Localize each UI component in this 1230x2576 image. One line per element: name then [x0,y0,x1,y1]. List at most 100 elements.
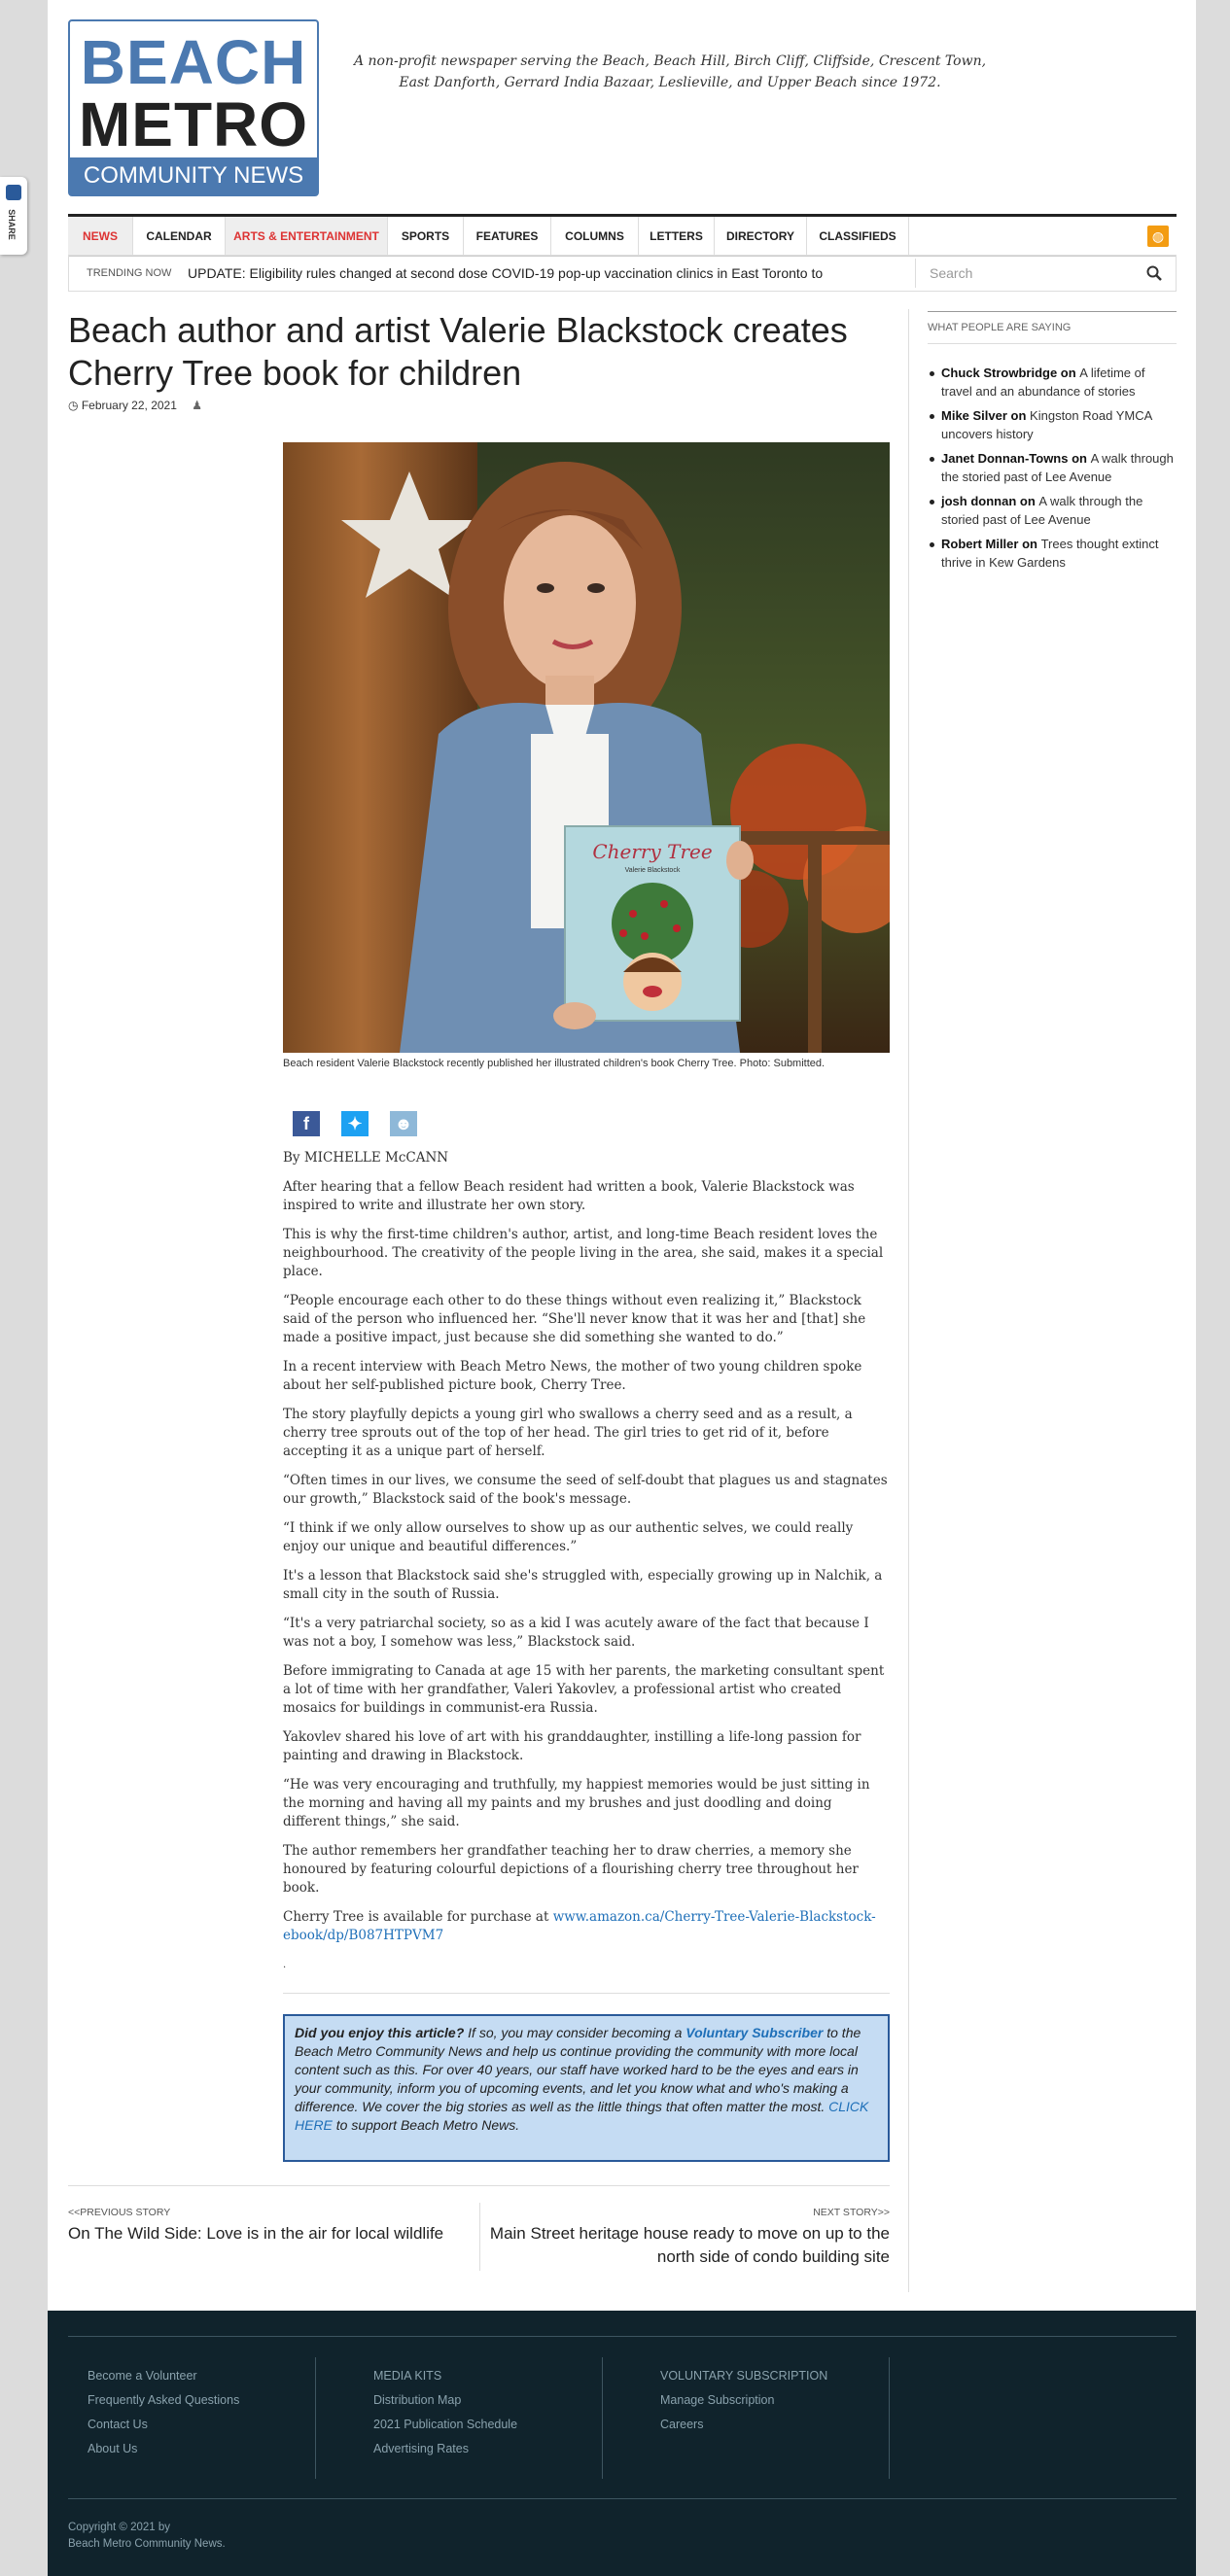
recent-comment: Janet Donnan-Towns on A walk through the… [928,449,1177,486]
photo-book-author: Valerie Blackstock [625,867,681,874]
previous-story-label: <<PREVIOUS STORY [68,2207,171,2218]
nav-item-news[interactable]: NEWS [68,217,133,256]
article-meta: ◷ February 22, 2021 ♟ [68,399,202,412]
donate-question: Did you enjoy this article? [295,2025,465,2040]
footer-link[interactable]: 2021 Publication Schedule [373,2413,517,2437]
nav-item-classifieds[interactable]: CLASSIFIEDS [807,217,909,256]
copyright: Copyright © 2021 by Beach Metro Communit… [68,2520,226,2553]
trailing-dot: . [283,1960,287,1970]
recent-comment: Chuck Strowbridge on A lifetime of trave… [928,364,1177,400]
story-divider [479,2203,480,2271]
comment-author[interactable]: Chuck Strowbridge [941,366,1057,380]
footer-separator [889,2357,890,2479]
footer-link[interactable]: MEDIA KITS [373,2364,517,2388]
next-story[interactable]: NEXT STORY>> Main Street heritage house … [485,2207,890,2269]
comment-on: on [1068,451,1091,466]
search-icon[interactable] [1145,264,1163,282]
site-footer: Become a Volunteer Frequently Asked Ques… [48,2311,1196,2576]
sidebar: WHAT PEOPLE ARE SAYING Chuck Strowbridge… [928,311,1177,572]
trending-bar: TRENDING NOW UPDATE: Eligibility rules c… [68,255,1177,292]
donate-box: Did you enjoy this article? If so, you m… [283,2014,890,2162]
article-paragraph: Yakovlev shared his love of art with his… [283,1729,861,1763]
search-input[interactable]: Search [930,259,972,288]
article-paragraph: The story playfully depicts a young girl… [283,1407,853,1459]
footer-divider [68,2336,1177,2337]
previous-story[interactable]: <<PREVIOUS STORY On The Wild Side: Love … [68,2207,476,2245]
donate-text-1: If so, you may consider becoming a [464,2025,686,2040]
article-paragraph: It's a lesson that Blackstock said she's… [283,1568,883,1602]
article-byline: By MICHELLE McCANN [283,1150,449,1166]
rss-icon[interactable]: ◍ [1147,226,1169,247]
footer-link[interactable]: Careers [660,2413,827,2437]
sidebar-heading: WHAT PEOPLE ARE SAYING [928,311,1177,344]
nav-item-sports[interactable]: SPORTS [388,217,464,256]
footer-link[interactable]: Distribution Map [373,2388,517,2413]
comment-author[interactable]: Mike Silver [941,408,1007,423]
article-photo: Cherry Tree Valerie Blackstock [283,442,890,1053]
comment-author[interactable]: Janet Donnan-Towns [941,451,1068,466]
footer-link[interactable]: Advertising Rates [373,2437,517,2461]
copyright-line-2: Beach Metro Community News. [68,2538,226,2550]
facebook-icon[interactable]: f [293,1111,320,1136]
nav-item-arts[interactable]: ARTS & ENTERTAINMENT [226,217,388,256]
author-icon: ♟ [192,399,202,412]
footer-link[interactable]: VOLUNTARY SUBSCRIPTION [660,2364,827,2388]
article-paragraph: In a recent interview with Beach Metro N… [283,1359,862,1393]
sidebar-divider [908,309,909,2292]
comment-on: on [1016,494,1039,508]
logo-line-3: COMMUNITY NEWS [70,157,317,194]
nav-item-calendar[interactable]: CALENDAR [133,217,226,256]
site-logo[interactable]: BEACH METRO COMMUNITY NEWS [68,19,319,196]
logo-line-2: METRO [78,89,309,159]
recent-comment: josh donnan on A walk through the storie… [928,492,1177,529]
next-story-title[interactable]: Main Street heritage house ready to move… [485,2222,890,2269]
article-paragraph: “Often times in our lives, we consume th… [283,1473,888,1507]
trending-headline[interactable]: UPDATE: Eligibility rules changed at sec… [188,256,823,291]
footer-col-3: VOLUNTARY SUBSCRIPTION Manage Subscripti… [660,2364,827,2437]
footer-link[interactable]: Contact Us [88,2413,239,2437]
copyright-line-1: Copyright © 2021 by [68,2522,171,2533]
comment-on: on [1018,537,1041,551]
purchase-paragraph: Cherry Tree is available for purchase at… [283,1908,890,1945]
next-story-label: NEXT STORY>> [813,2207,890,2218]
footer-link[interactable]: Frequently Asked Questions [88,2388,239,2413]
photo-illustration: Cherry Tree Valerie Blackstock [283,442,890,1053]
social-share: f ✦ ☻ [293,1111,439,1136]
nav-item-letters[interactable]: LETTERS [639,217,715,256]
nav-item-features[interactable]: FEATURES [464,217,551,256]
comment-on: on [1057,366,1080,380]
voluntary-subscriber-link[interactable]: Voluntary Subscriber [685,2025,823,2040]
article-paragraph: Before immigrating to Canada at age 15 w… [283,1663,885,1716]
previous-story-title[interactable]: On The Wild Side: Love is in the air for… [68,2222,476,2245]
search-box[interactable]: Search [915,259,1173,288]
footer-link[interactable]: Manage Subscription [660,2388,827,2413]
footer-link[interactable]: Become a Volunteer [88,2364,239,2388]
article-title: Beach author and artist Valerie Blacksto… [68,310,848,393]
article-paragraph: “I think if we only allow ourselves to s… [283,1520,854,1554]
article-paragraph: “People encourage each other to do these… [283,1293,866,1345]
page-container: BEACH METRO COMMUNITY NEWS A non-profit … [48,0,1196,2311]
donate-text-3: to support Beach Metro News. [332,2117,520,2133]
divider [283,1993,890,1994]
purchase-prefix: Cherry Tree is available for purchase at [283,1909,553,1925]
nav-item-directory[interactable]: DIRECTORY [715,217,807,256]
comment-author[interactable]: josh donnan [941,494,1016,508]
footer-divider [68,2498,1177,2499]
photo-book-title: Cherry Tree [592,840,712,863]
footer-link[interactable]: About Us [88,2437,239,2461]
comment-author[interactable]: Robert Miller [941,537,1018,551]
share-tab[interactable]: SHARE [0,177,27,255]
article-paragraph: “It's a very patriarchal society, so as … [283,1616,869,1650]
photo-caption: Beach resident Valerie Blackstock recent… [283,1058,826,1069]
nav-item-columns[interactable]: COLUMNS [551,217,639,256]
clock-icon: ◷ [68,399,79,412]
trending-label: TRENDING NOW [87,267,172,279]
footer-col-1: Become a Volunteer Frequently Asked Ques… [88,2364,239,2461]
logo-line-1: BEACH [80,27,307,97]
footer-col-2: MEDIA KITS Distribution Map 2021 Publica… [373,2364,517,2461]
reddit-icon[interactable]: ☻ [390,1111,417,1136]
article-body: By MICHELLE McCANN After hearing that a … [283,1149,890,1985]
twitter-icon[interactable]: ✦ [341,1111,369,1136]
footer-separator [602,2357,603,2479]
divider [68,2185,890,2186]
